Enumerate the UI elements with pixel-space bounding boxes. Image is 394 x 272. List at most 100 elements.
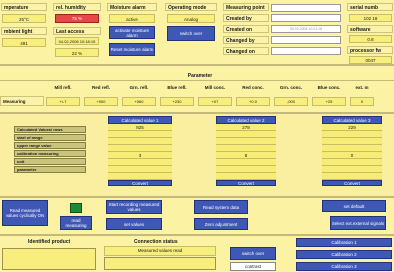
read-measured-values-button[interactable]: Read measured values cyclically ON [2,200,48,226]
contrast-control[interactable]: contrast [230,262,276,271]
calc-row-label: upper range value [14,142,86,149]
param-col-header: Red conc. [242,85,264,90]
calc-value-1-cell[interactable]: 825 [108,124,172,131]
serial-number-label: serial numb [347,3,393,11]
calc-value-2-cell[interactable] [216,131,276,138]
temperature-label: mperature [1,3,47,11]
convert-button-2[interactable]: Convert [216,180,276,186]
connection-status-label: Connection status [134,239,178,245]
software-label: software [347,25,393,33]
calibration-1-button[interactable]: Calibration 1 [296,238,392,247]
param-col-header: Blue refl. [167,85,187,90]
calc-value-2-cell[interactable]: 8 [216,152,276,159]
param-value: -000 [274,96,308,106]
calc-value-1-cell[interactable] [108,173,172,180]
calc-row-label: calibration measuring [14,150,86,157]
identified-product-field [2,248,96,270]
rel-humidity-value: 75 % [55,14,99,23]
status-indicator-green [70,203,82,213]
calc-value-3-cell[interactable] [322,173,382,180]
param-col-header: Grn. refl. [129,85,149,90]
measuring-point-label: Measuring point [223,3,269,11]
calibration-3-button[interactable]: Calibration 3 [296,262,392,271]
ambient-light-value: 491 [2,38,46,47]
read-measuring-button[interactable]: read measuring [60,216,92,230]
changed-on-label: Changed on [223,47,269,55]
param-value: +060 [122,96,156,106]
calc-value-3-cell[interactable] [322,159,382,166]
read-system-data-button[interactable]: Read system data [194,200,248,214]
temperature-value: 25°C [2,14,46,23]
param-col-header: Mill refl. [54,85,72,90]
calc-value-2-cell[interactable] [216,166,276,173]
calc-row-label: unit [14,158,86,165]
calc-value-3-cell[interactable] [322,138,382,145]
calc-value-1-cell[interactable] [108,145,172,152]
calc-value-2-cell[interactable] [216,159,276,166]
created-on-label: Created on [223,25,269,33]
calc-value-1-column: Calculated value 1 825 3 Convert [108,116,172,194]
calc-value-1-cell[interactable] [108,159,172,166]
convert-button-1[interactable]: Convert [108,180,172,186]
measuring-row-label: Measuring [0,96,44,106]
select-external-signals-button[interactable]: Select ext.external signals [330,216,386,230]
param-col-header: Grn. conc. [279,85,303,90]
ambient-light-label: mbient light [1,27,47,35]
calc-value-1-header: Calculated value 1 [108,116,172,124]
last-access-value: 04.02.2008 10:18:15 [55,37,99,45]
param-col-header: Blue conc. [317,85,341,90]
rel-humidity-label: rel. humidity [53,3,101,11]
set-default-button[interactable]: set default [322,200,386,212]
calc-value-2-cell[interactable] [216,173,276,180]
calc-value-1-cell[interactable] [108,138,172,145]
calc-value-2-cell[interactable]: 278 [216,124,276,131]
calc-value-3-cell[interactable] [322,145,382,152]
changed-by-field[interactable] [271,36,341,44]
param-value: +07 [198,96,232,106]
start-recording-button[interactable]: Start recording measured values [106,200,162,214]
zero-adjustment-button[interactable]: Zero adjustment [194,218,248,230]
calc-row-label: start of range [14,134,86,141]
calc-value-3-column: Calculated value 3 229 0 Convert [322,116,382,194]
param-col-header: Mill conc. [204,85,226,90]
param-col-header: Red refl. [91,85,110,90]
calc-value-2-cell[interactable] [216,145,276,152]
serial-number-value: 102 18 [349,14,392,22]
calibration-2-button[interactable]: Calibration 2 [296,250,392,259]
calc-value-1-cell[interactable] [108,131,172,138]
param-value: 0 [350,96,374,106]
changed-on-field[interactable] [271,47,341,55]
calc-row-label: parameter [14,166,86,173]
calc-value-2-column: Calculated value 2 278 8 Convert [216,116,276,194]
operating-mode-label: Operating mode [165,3,217,11]
divider [0,196,394,198]
calc-value-1-cell[interactable]: 3 [108,152,172,159]
bottom-switch-over-button[interactable]: switch over [230,247,276,260]
param-value: +/-7 [46,96,80,106]
calc-value-3-cell[interactable] [322,166,382,173]
activate-moisture-alarm-button[interactable]: activate moisture alarm [109,26,155,39]
connection-status-panel [104,257,216,270]
convert-button-3[interactable]: Convert [322,180,382,186]
calc-value-3-cell[interactable] [322,131,382,138]
connection-status-value: Measured values read [104,246,216,256]
processor-fw-value: 0047 [349,56,392,64]
param-value: +230 [160,96,194,106]
reset-moisture-alarm-button[interactable]: Reset moisture alarm [109,43,155,56]
identified-product-label: Identified product [28,239,71,245]
calc-value-1-cell[interactable] [108,166,172,173]
moisture-alarm-label: Moisture alarm [107,3,157,11]
calc-row-label: Calculated Values/ rows [14,126,86,133]
calc-value-3-cell[interactable]: 0 [322,152,382,159]
calc-value-2-cell[interactable] [216,138,276,145]
created-on-field[interactable]: 05.03.2008 10:21:18 [271,25,341,33]
calc-value-3-cell[interactable]: 229 [322,124,382,131]
operating-mode-value: Analog [167,14,215,23]
created-by-field[interactable] [271,14,341,22]
measuring-point-field[interactable] [271,4,341,12]
parameter-value-row: Measuring +/-7 +000 +060 +230 +07 +0.0 -… [0,95,394,107]
switch-over-button[interactable]: switch over [167,26,215,41]
software-value: 0.8 [349,35,392,43]
param-col-header: ext. m [355,85,369,90]
set-values-button[interactable]: set values [106,218,162,230]
